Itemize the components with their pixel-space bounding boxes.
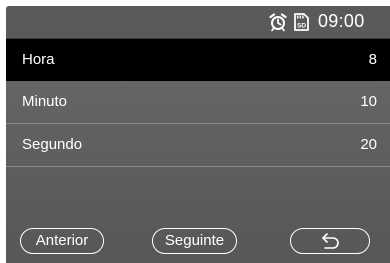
setting-value: 10 — [360, 93, 377, 110]
setting-row-hora[interactable]: Hora 8 — [6, 39, 390, 81]
previous-button[interactable]: Anterior — [20, 228, 104, 254]
back-button[interactable] — [290, 228, 370, 254]
setting-row-minuto[interactable]: Minuto 10 — [6, 81, 390, 124]
setting-value: 20 — [360, 136, 377, 153]
setting-label: Hora — [22, 51, 55, 68]
sd-card-icon: SD — [294, 13, 309, 31]
setting-label: Segundo — [22, 136, 83, 153]
alarm-clock-icon — [269, 13, 287, 32]
setting-value: 8 — [368, 51, 377, 68]
device-screen: SD 09:00 Hora 8 Minuto 10 Segundo 20 Ant… — [6, 6, 390, 263]
clock-time: 09:00 — [318, 11, 365, 31]
setting-row-segundo[interactable]: Segundo 20 — [6, 124, 390, 167]
return-arrow-icon — [322, 233, 339, 249]
status-bar: SD 09:00 — [6, 6, 390, 38]
next-button[interactable]: Seguinte — [152, 228, 237, 254]
svg-text:SD: SD — [297, 23, 306, 30]
setting-label: Minuto — [22, 93, 68, 110]
